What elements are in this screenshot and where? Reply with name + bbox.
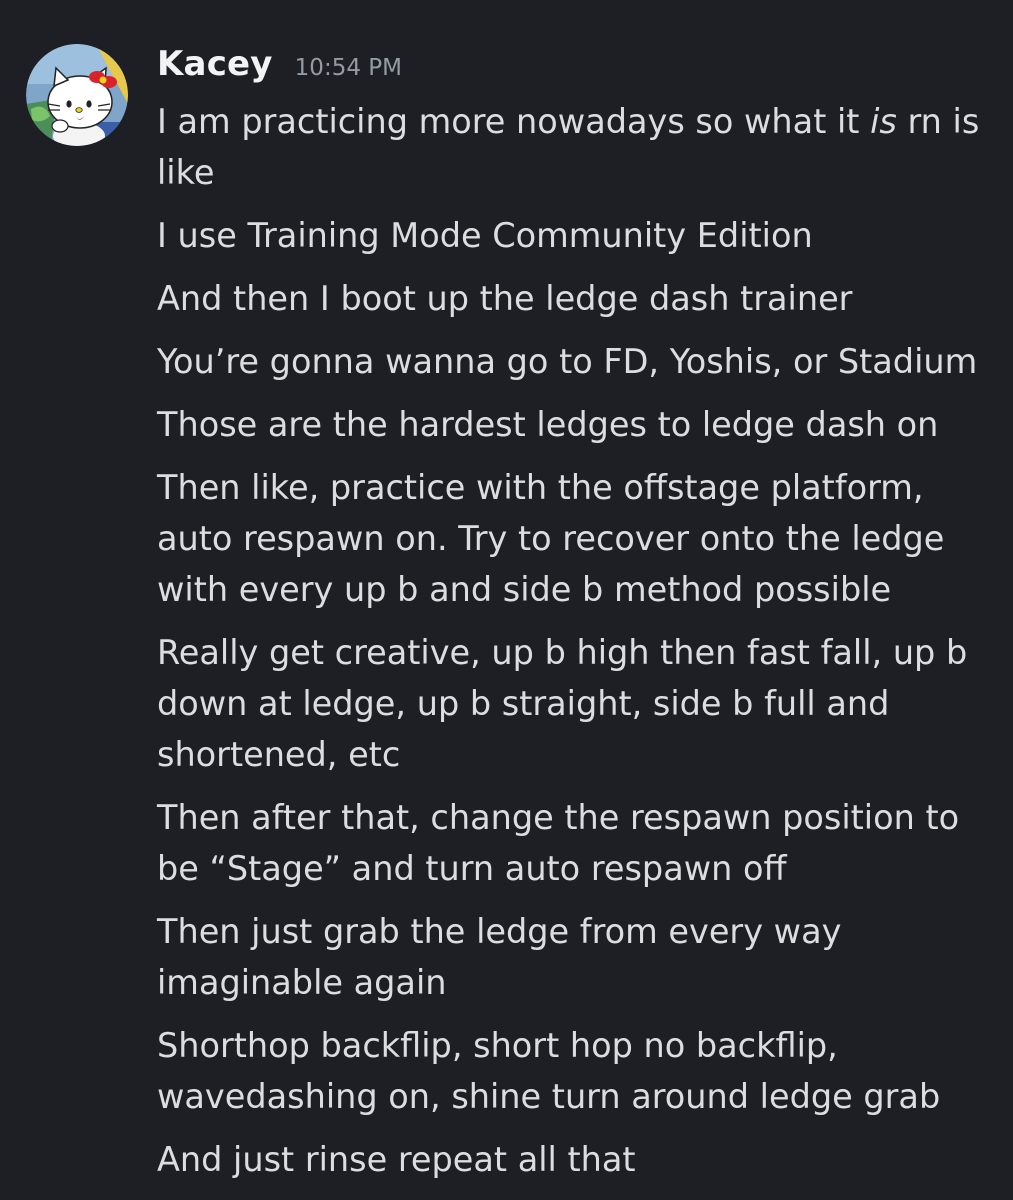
message-line: like [157, 153, 215, 192]
message-content: Really get creative, up b high then fast… [157, 627, 987, 780]
message-line: Really get creative, up b high then fast… [157, 633, 968, 672]
message-content: I am practicing more nowadays so what it… [157, 96, 987, 198]
message-line: I am practicing more nowadays so what it… [157, 96, 987, 147]
message-line: auto respawn on. Try to recover onto the… [157, 519, 945, 558]
message-header: Kacey 10:54 PM [157, 44, 402, 94]
message-list: I am practicing more nowadays so what it… [157, 96, 987, 1197]
message-content: Then after that, change the respawn posi… [157, 792, 987, 894]
message-content: You’re gonna wanna go to FD, Yoshis, or … [157, 336, 987, 387]
emphasized-text: is [870, 102, 897, 141]
user-avatar[interactable] [26, 44, 128, 146]
message-text-segment: I am practicing more nowadays so what it [157, 102, 871, 141]
message-line: Those are the hardest ledges to ledge da… [157, 405, 939, 444]
message-line: You’re gonna wanna go to FD, Yoshis, or … [157, 342, 978, 381]
message-line: shortened, etc [157, 735, 401, 774]
message-line: And just rinse repeat all that [157, 1140, 636, 1179]
message-line: be “Stage” and turn auto respawn off [157, 849, 787, 888]
message-line: imaginable again [157, 963, 447, 1002]
message-group: Kacey 10:54 PM I am practicing more nowa… [0, 0, 1013, 1200]
message-line: Then like, practice with the offstage pl… [157, 468, 924, 507]
message-content: And just rinse repeat all that [157, 1134, 987, 1185]
message-line: Shorthop backflip, short hop no backflip… [157, 1026, 838, 1065]
message-line: wavedashing on, shine turn around ledge … [157, 1077, 941, 1116]
message-content: I use Training Mode Community Edition [157, 210, 987, 261]
hello-kitty-avatar-icon [26, 44, 128, 146]
message-line: And then I boot up the ledge dash traine… [157, 279, 853, 318]
message-line: Then after that, change the respawn posi… [157, 798, 960, 837]
message-content: Those are the hardest ledges to ledge da… [157, 399, 987, 450]
message-text-segment: rn is [896, 102, 980, 141]
message-content: Then like, practice with the offstage pl… [157, 462, 987, 615]
message-content: And then I boot up the ledge dash traine… [157, 273, 987, 324]
timestamp: 10:54 PM [294, 55, 402, 81]
message-line: I use Training Mode Community Edition [157, 216, 813, 255]
username[interactable]: Kacey [157, 44, 273, 84]
message-line: down at ledge, up b straight, side b ful… [157, 684, 890, 723]
message-line: with every up b and side b method possib… [157, 570, 892, 609]
message-content: Then just grab the ledge from every way i… [157, 906, 987, 1008]
message-line: Then just grab the ledge from every way [157, 912, 842, 951]
message-content: Shorthop backflip, short hop no backflip… [157, 1020, 987, 1122]
